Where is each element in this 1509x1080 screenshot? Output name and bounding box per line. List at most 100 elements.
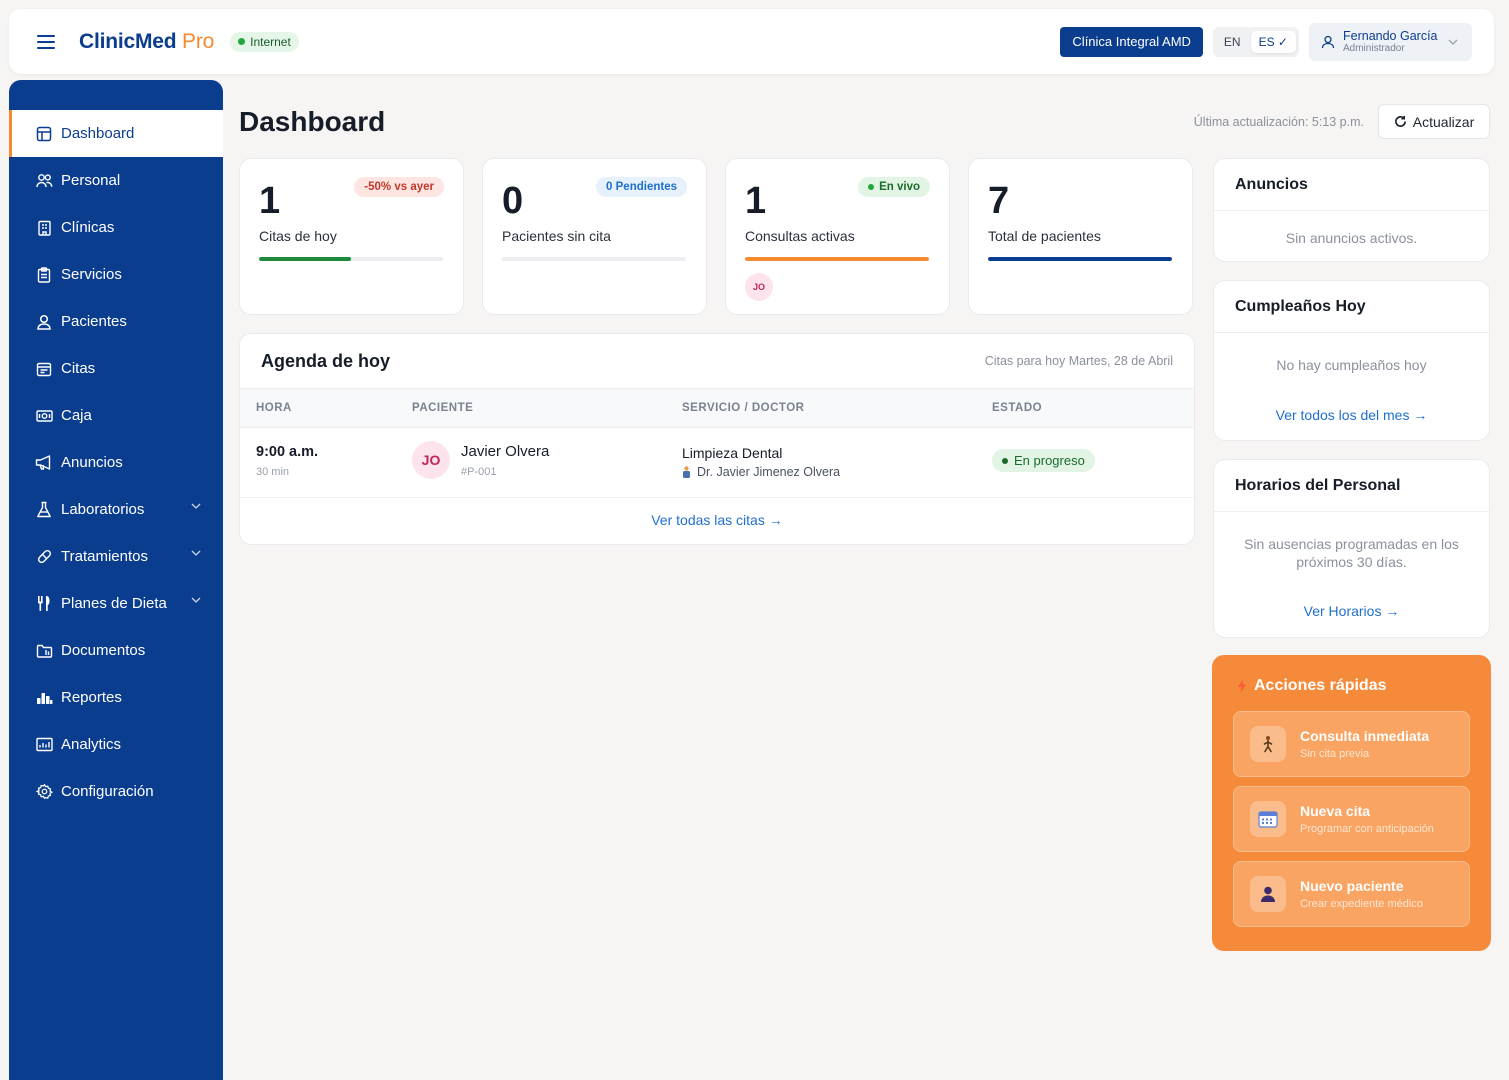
announcements-card: Anuncios Sin anuncios activos. bbox=[1213, 158, 1490, 262]
birthdays-card: Cumpleaños Hoy No hay cumpleaños hoy Ver… bbox=[1213, 280, 1490, 441]
table-header: HORA PACIENTE SERVICIO / DOCTOR ESTADO bbox=[240, 389, 1194, 428]
sidebar-item-caja[interactable]: Caja bbox=[9, 392, 223, 439]
sidebar-item-label: Documentos bbox=[61, 642, 146, 659]
view-schedules-link[interactable]: Ver Horarios → bbox=[1214, 603, 1489, 619]
chevron-down-icon[interactable] bbox=[191, 550, 201, 556]
refresh-icon bbox=[1394, 115, 1407, 128]
sidebar-item-tratamientos[interactable]: Tratamientos bbox=[9, 533, 223, 580]
sidebar-item-label: Anuncios bbox=[61, 454, 123, 471]
stat-label: Citas de hoy bbox=[259, 228, 337, 244]
status-badge: En progreso bbox=[992, 449, 1095, 472]
clinic-selector-button[interactable]: Clínica Integral AMD bbox=[1060, 26, 1203, 57]
sidebar-item-servicios[interactable]: Servicios bbox=[9, 251, 223, 298]
page-title: Dashboard bbox=[239, 106, 386, 137]
stat-card-consultas-activas[interactable]: 1 Consultas activas En vivo JO bbox=[725, 158, 950, 315]
refresh-label: Actualizar bbox=[1412, 113, 1475, 130]
avatar[interactable]: JO bbox=[745, 273, 773, 301]
stat-card-pacientes-sin-cita[interactable]: 0 Pacientes sin cita 0 Pendientes bbox=[482, 158, 707, 315]
chevron-down-icon[interactable] bbox=[191, 597, 201, 603]
cash-icon bbox=[35, 407, 53, 425]
sidebar-item-clinicas[interactable]: Clínicas bbox=[9, 204, 223, 251]
quick-actions-card: Acciones rápidas Consulta inmediata Sin … bbox=[1212, 655, 1491, 951]
quick-action-title: Nuevo paciente bbox=[1300, 878, 1404, 894]
stat-card-total-pacientes[interactable]: 7 Total de pacientes bbox=[968, 158, 1193, 315]
staff-icon bbox=[35, 172, 53, 190]
staff-schedule-card: Horarios del Personal Sin ausencias prog… bbox=[1213, 459, 1490, 638]
chevron-down-icon[interactable] bbox=[191, 503, 201, 509]
lang-es-button[interactable]: ES ✓ bbox=[1250, 30, 1296, 53]
online-dot-icon bbox=[238, 38, 246, 45]
agenda-card: Agenda de hoy Citas para hoy Martes, 28 … bbox=[239, 333, 1195, 545]
sidebar-item-personal[interactable]: Personal bbox=[9, 157, 223, 204]
agenda-title: Agenda de hoy bbox=[261, 350, 391, 371]
sidebar-item-label: Caja bbox=[61, 407, 92, 424]
progress-fill bbox=[259, 257, 351, 261]
megaphone-icon bbox=[35, 454, 53, 472]
progress-track bbox=[988, 257, 1172, 261]
sidebar-item-analytics[interactable]: Analytics bbox=[9, 721, 223, 768]
status-dot-icon bbox=[1002, 457, 1008, 464]
column-header-estado: ESTADO bbox=[992, 402, 1043, 414]
appointment-duration: 30 min bbox=[256, 466, 290, 478]
user-icon bbox=[35, 313, 53, 331]
app-logo[interactable]: ClinicMed Pro bbox=[79, 30, 214, 54]
connection-status-badge: Internet bbox=[230, 31, 299, 52]
sidebar-item-label: Planes de Dieta bbox=[61, 595, 167, 612]
dashboard-icon bbox=[35, 125, 53, 143]
sidebar-item-citas[interactable]: Citas bbox=[9, 345, 223, 392]
column-header-paciente: PACIENTE bbox=[412, 402, 474, 414]
birthdays-month-link[interactable]: Ver todos los del mes → bbox=[1214, 407, 1489, 423]
live-dot-icon bbox=[868, 184, 875, 190]
agenda-subtitle: Citas para hoy Martes, 28 de Abril bbox=[984, 354, 1173, 368]
sidebar-item-reportes[interactable]: Reportes bbox=[9, 674, 223, 721]
lightning-icon bbox=[1238, 679, 1246, 693]
walking-person-icon bbox=[1250, 726, 1286, 762]
sidebar-item-label: Analytics bbox=[61, 736, 122, 753]
progress-fill bbox=[988, 257, 1172, 261]
sidebar-item-label: Reportes bbox=[61, 689, 122, 706]
quick-action-subtitle: Programar con anticipación bbox=[1300, 823, 1434, 835]
service-name: Limpieza Dental bbox=[682, 445, 783, 461]
user-name: Fernando García bbox=[1343, 28, 1438, 43]
sidebar-item-planes-de-dieta[interactable]: Planes de Dieta bbox=[9, 580, 223, 627]
sidebar-item-dashboard[interactable]: Dashboard bbox=[9, 110, 223, 157]
sidebar-item-label: Servicios bbox=[61, 266, 122, 283]
quick-action-nueva-cita[interactable]: Nueva cita Programar con anticipación bbox=[1233, 786, 1470, 852]
announcements-empty-text: Sin anuncios activos. bbox=[1285, 230, 1418, 246]
quick-action-nuevo-paciente[interactable]: Nuevo paciente Crear expediente médico bbox=[1233, 861, 1470, 927]
menu-icon[interactable] bbox=[35, 31, 57, 53]
appointment-time: 9:00 a.m. bbox=[256, 444, 319, 460]
patient-name[interactable]: Javier Olvera bbox=[461, 443, 549, 460]
progress-track bbox=[745, 257, 929, 261]
building-icon bbox=[35, 219, 53, 237]
calendar-icon bbox=[1250, 801, 1286, 837]
lang-en-button[interactable]: EN bbox=[1216, 31, 1249, 53]
brand-name: ClinicMed bbox=[79, 29, 177, 53]
chevron-down-icon bbox=[1448, 39, 1458, 45]
sidebar-item-pacientes[interactable]: Pacientes bbox=[9, 298, 223, 345]
sidebar-item-documentos[interactable]: Documentos bbox=[9, 627, 223, 674]
quick-actions-title: Acciones rápidas bbox=[1254, 677, 1387, 694]
connection-label: Internet bbox=[250, 34, 291, 49]
sidebar-item-configuracion[interactable]: Configuración bbox=[9, 768, 223, 815]
stat-card-citas-hoy[interactable]: 1 Citas de hoy -50% vs ayer bbox=[239, 158, 464, 315]
view-all-appointments-link[interactable]: Ver todas las citas → bbox=[240, 512, 1194, 528]
quick-action-consulta-inmediata[interactable]: Consulta inmediata Sin cita previa bbox=[1233, 711, 1470, 777]
refresh-button[interactable]: Actualizar bbox=[1378, 104, 1490, 139]
top-bar: ClinicMed Pro Internet Clínica Integral … bbox=[9, 9, 1494, 74]
quick-action-title: Nueva cita bbox=[1300, 803, 1371, 819]
sidebar-item-label: Personal bbox=[61, 172, 121, 189]
progress-track bbox=[259, 257, 443, 261]
gear-icon bbox=[35, 783, 53, 801]
analytics-icon bbox=[35, 736, 53, 754]
user-menu[interactable]: Fernando García Administrador bbox=[1309, 22, 1472, 61]
sidebar-item-anuncios[interactable]: Anuncios bbox=[9, 439, 223, 486]
doctor-line: Dr. Javier Jimenez Olvera bbox=[682, 465, 840, 479]
doctor-name: Dr. Javier Jimenez Olvera bbox=[697, 465, 841, 479]
sidebar-item-laboratorios[interactable]: Laboratorios bbox=[9, 486, 223, 533]
birthdays-title: Cumpleaños Hoy bbox=[1214, 281, 1489, 333]
table-row[interactable]: 9:00 a.m. 30 min JO Javier Olvera #P-001… bbox=[240, 428, 1194, 498]
utensils-icon bbox=[35, 595, 53, 613]
doctor-icon bbox=[682, 466, 691, 478]
user-role: Administrador bbox=[1343, 42, 1405, 54]
